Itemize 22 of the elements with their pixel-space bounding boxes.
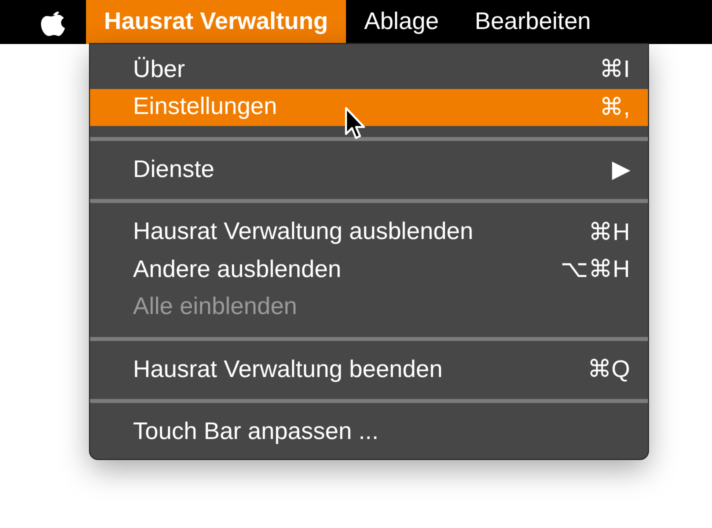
menu-item[interactable]: Touch Bar anpassen ...	[90, 414, 648, 451]
menu-item-label: Hausrat Verwaltung beenden	[133, 356, 443, 384]
menu-item-label: Hausrat Verwaltung ausblenden	[133, 218, 474, 246]
menu-item-label: Andere ausblenden	[133, 256, 342, 284]
menu-bar-item[interactable]: Bearbeiten	[456, 0, 609, 44]
menu-bar-item[interactable]: Ablage	[346, 0, 457, 44]
shortcut-label: ▶	[612, 155, 630, 184]
menu-item[interactable]: Hausrat Verwaltung ausblenden ⌘H	[90, 214, 648, 251]
shortcut-label: ⌘,	[599, 92, 630, 122]
menu-item[interactable]: Dienste ▶	[90, 151, 648, 188]
shortcut-label: ⌘H	[588, 218, 630, 247]
menu-item[interactable]: Hausrat Verwaltung beenden ⌘Q	[90, 351, 648, 388]
menu-item-label: Über	[133, 56, 186, 84]
menu-item-label: Einstellungen	[133, 93, 278, 122]
menu-item-label: Touch Bar anpassen ...	[133, 418, 378, 446]
shortcut-label: ⌥⌘H	[560, 255, 630, 284]
menu-item-label: Dienste	[133, 156, 214, 184]
shortcut-label: ⌘I	[599, 55, 630, 84]
menu-item[interactable]: Andere ausblenden ⌥⌘H	[90, 251, 648, 288]
menu-item-label: Alle einblenden	[133, 293, 298, 322]
menu-item[interactable]: Über ⌘I	[90, 51, 648, 88]
shortcut-label: ⌘Q	[587, 355, 630, 384]
